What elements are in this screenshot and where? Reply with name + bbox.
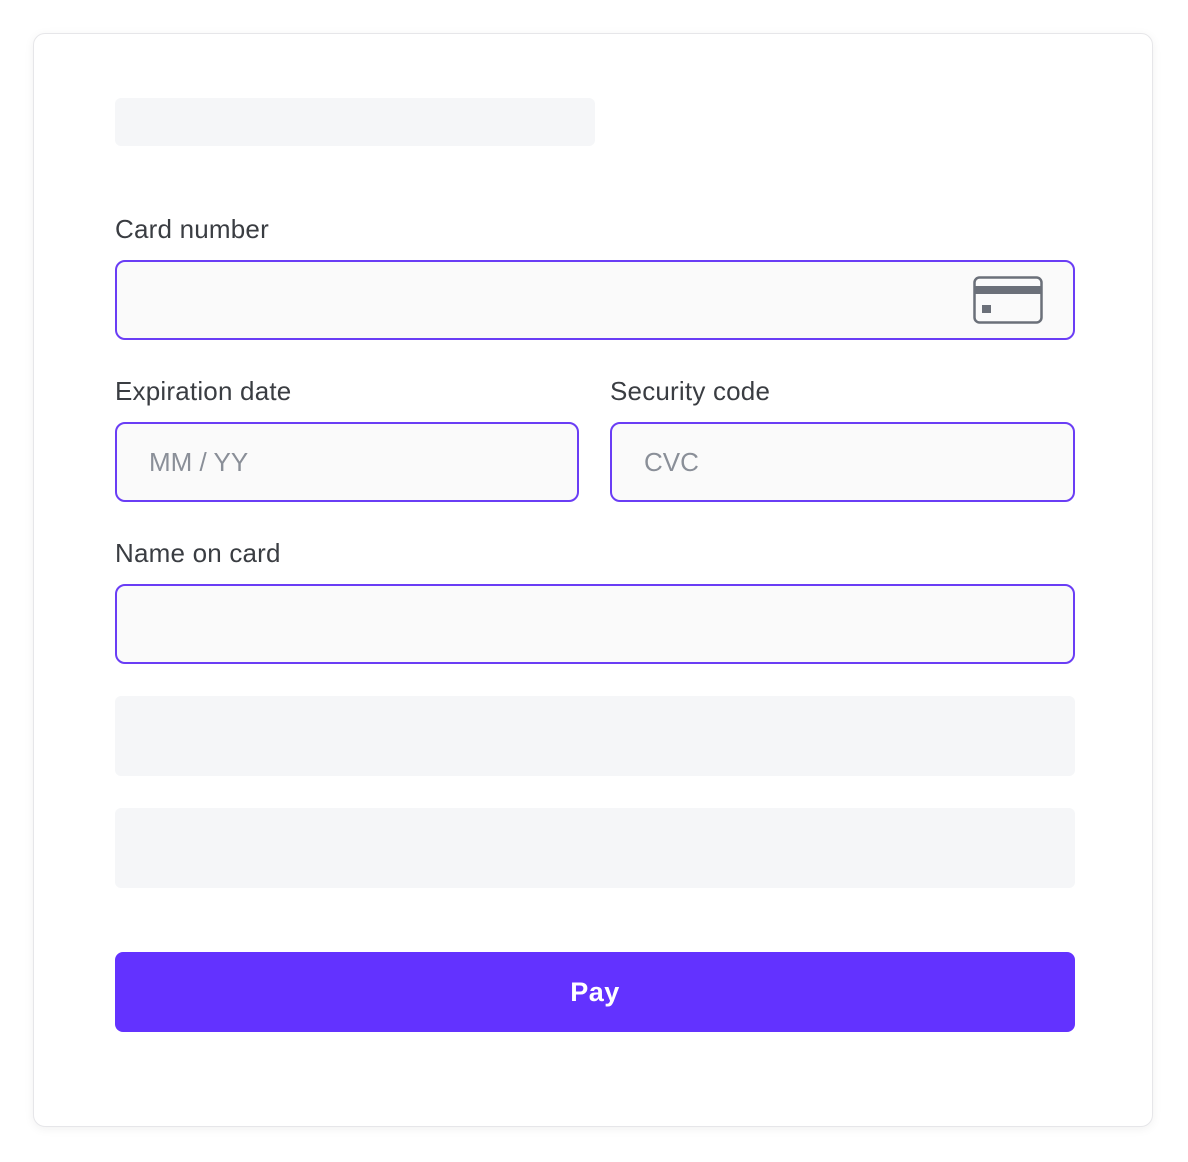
security-code-field[interactable] — [610, 422, 1075, 502]
card-number-input[interactable] — [117, 262, 1073, 338]
pay-button[interactable]: Pay — [115, 952, 1075, 1032]
expiration-date-input[interactable] — [117, 424, 577, 500]
loading-title-placeholder — [115, 98, 595, 146]
payment-form-card: Card number Expiration date Security cod… — [33, 33, 1153, 1127]
security-code-input[interactable] — [612, 424, 1073, 500]
loading-field-placeholder — [115, 696, 1075, 776]
name-on-card-field[interactable] — [115, 584, 1075, 664]
card-number-label: Card number — [115, 214, 269, 244]
expiration-date-field[interactable] — [115, 422, 579, 502]
name-on-card-label: Name on card — [115, 538, 281, 568]
loading-field-placeholder — [115, 808, 1075, 888]
credit-card-icon — [973, 276, 1043, 324]
card-number-field[interactable] — [115, 260, 1075, 340]
name-on-card-input[interactable] — [117, 586, 1073, 662]
security-code-label: Security code — [610, 376, 771, 406]
expiration-date-label: Expiration date — [115, 376, 292, 406]
